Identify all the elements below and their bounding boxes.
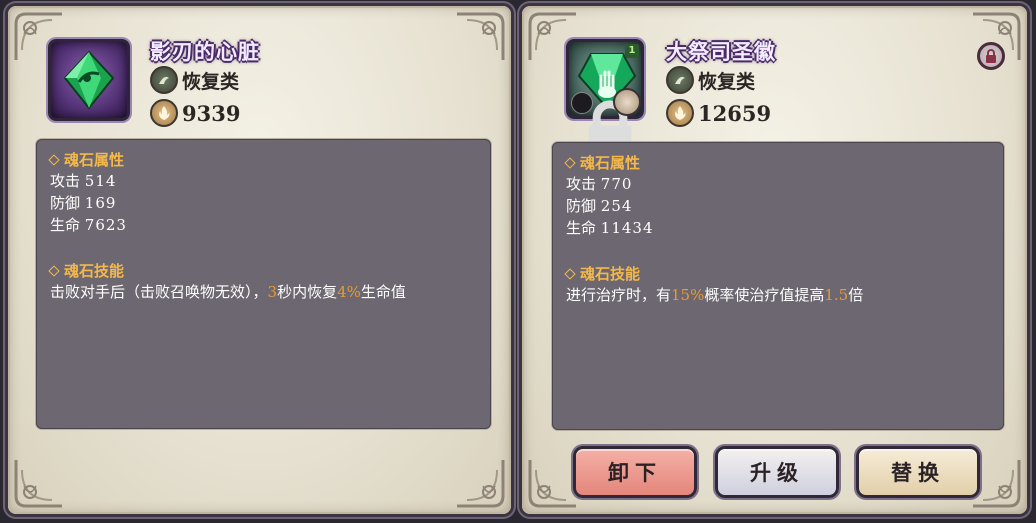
soulstone-slot[interactable]: 1 bbox=[566, 39, 644, 158]
stat-defense: 防御 254 bbox=[566, 197, 633, 215]
power-value: 12659 bbox=[698, 100, 772, 126]
stat-defense: 防御 169 bbox=[50, 194, 117, 212]
level-badge: 1 bbox=[625, 44, 639, 58]
corner-ornament bbox=[526, 456, 580, 510]
lock-icon bbox=[571, 92, 632, 158]
power-flame-icon bbox=[666, 99, 694, 127]
item-name: 大祭司圣徽 bbox=[666, 40, 776, 64]
attributes-section-title: 魂石属性 bbox=[564, 152, 992, 173]
replace-button[interactable]: 替换 bbox=[856, 446, 980, 498]
power-row: 12659 bbox=[666, 99, 771, 127]
power-value: 9339 bbox=[182, 100, 241, 126]
green-diamond-gem-icon bbox=[63, 50, 115, 110]
skill-section-title: 魂石技能 bbox=[564, 263, 992, 284]
diamond-bullet-icon bbox=[564, 156, 576, 169]
item-name: 影刃的心脏 bbox=[150, 40, 260, 64]
skill-description: 进行治疗时，有15%概率使治疗值提高1.5倍 bbox=[566, 286, 864, 304]
diamond-bullet-icon bbox=[564, 267, 576, 280]
skill-section-title: 魂石技能 bbox=[48, 260, 479, 281]
diamond-bullet-icon bbox=[48, 264, 60, 277]
power-flame-icon bbox=[150, 99, 178, 127]
diamond-bullet-icon bbox=[48, 153, 60, 166]
padlock-icon bbox=[986, 49, 996, 63]
soulstone-info-box: 魂石属性 攻击 770 防御 254 生命 11434 魂石技能 进行治疗时，有… bbox=[552, 142, 1004, 430]
hero-portrait-icon bbox=[613, 88, 641, 116]
lock-toggle-button[interactable] bbox=[977, 42, 1005, 70]
upgrade-button[interactable]: 升级 bbox=[715, 446, 839, 498]
stat-attack: 攻击 770 bbox=[566, 175, 633, 193]
stat-health: 生命 11434 bbox=[566, 219, 654, 237]
soulstone-info-box: 魂石属性 攻击 514 防御 169 生命 7623 魂石技能 击败对手后（击败… bbox=[36, 139, 491, 429]
recovery-type-icon bbox=[666, 66, 694, 94]
corner-ornament bbox=[453, 456, 507, 510]
stat-attack: 攻击 514 bbox=[50, 172, 117, 190]
recovery-type-icon bbox=[150, 66, 178, 94]
soulstone-slot[interactable] bbox=[48, 39, 130, 121]
type-row: 恢复类 bbox=[150, 66, 239, 94]
power-row: 9339 bbox=[150, 99, 240, 127]
stat-health: 生命 7623 bbox=[50, 216, 127, 234]
equipped-soulstone-panel: 影刃的心脏 恢复类 9339 魂石属性 攻击 514 防御 169 生命 762… bbox=[8, 6, 511, 514]
attributes-section-title: 魂石属性 bbox=[48, 149, 479, 170]
type-label: 恢复类 bbox=[182, 70, 240, 93]
selected-soulstone-panel: 1 大祭司圣徽 恢复类 12659 魂石属性 攻击 770 防御 254 生命 … bbox=[522, 6, 1027, 514]
type-row: 恢复类 bbox=[666, 66, 755, 94]
unequip-button[interactable]: 卸下 bbox=[573, 446, 697, 498]
type-label: 恢复类 bbox=[698, 70, 756, 93]
corner-ornament bbox=[12, 456, 66, 510]
skill-description: 击败对手后（击败召唤物无效），3秒内恢复4%生命值 bbox=[50, 283, 406, 301]
corner-ornament bbox=[453, 10, 507, 64]
